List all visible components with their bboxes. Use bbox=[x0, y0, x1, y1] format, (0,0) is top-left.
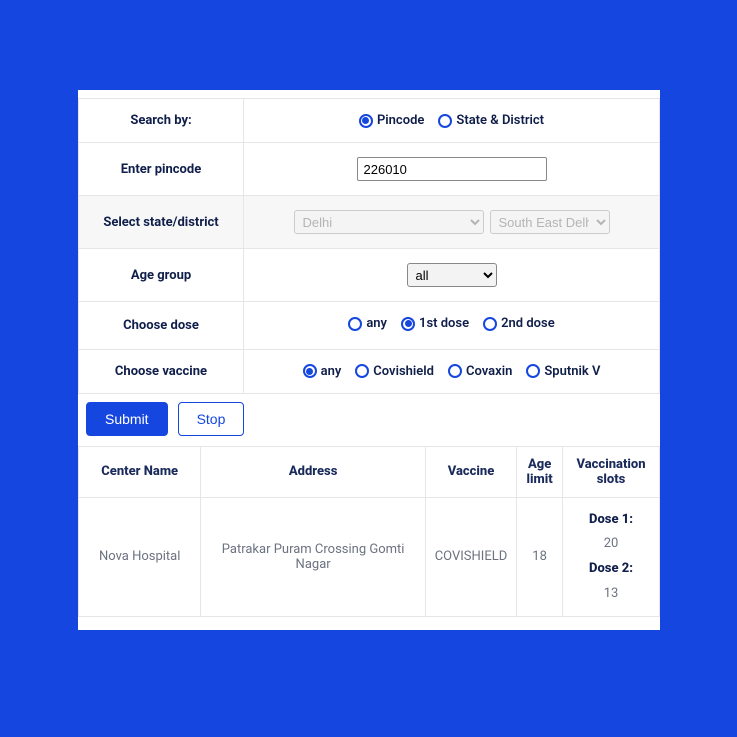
dose2-value: 13 bbox=[571, 582, 651, 607]
radio-icon bbox=[355, 364, 369, 378]
district-select: South East Delhi bbox=[490, 210, 610, 234]
state-district-label: Select state/district bbox=[79, 196, 244, 249]
pincode-label: Enter pincode bbox=[79, 143, 244, 196]
header-age-limit: Age limit bbox=[517, 446, 563, 497]
radio-icon bbox=[401, 317, 415, 331]
radio-icon bbox=[438, 114, 452, 128]
age-group-select[interactable]: all bbox=[407, 263, 497, 287]
form-card: Search by: Pincode State & District Ente… bbox=[78, 90, 660, 630]
radio-icon bbox=[448, 364, 462, 378]
radio-icon bbox=[303, 364, 317, 378]
cell-address: Patrakar Puram Crossing Gomti Nagar bbox=[201, 497, 425, 617]
dose-radio-group: any 1st dose 2nd dose bbox=[344, 316, 558, 331]
dose-label: Choose dose bbox=[79, 302, 244, 350]
radio-label: State & District bbox=[456, 113, 544, 128]
pincode-input[interactable] bbox=[357, 157, 547, 181]
radio-icon bbox=[348, 317, 362, 331]
vaccine-covishield-radio[interactable]: Covishield bbox=[355, 364, 434, 379]
cell-center: Nova Hospital bbox=[79, 497, 201, 617]
stop-button[interactable]: Stop bbox=[178, 402, 245, 436]
header-address: Address bbox=[201, 446, 425, 497]
radio-label: 2nd dose bbox=[501, 316, 555, 331]
radio-icon bbox=[483, 317, 497, 331]
results-table: Center Name Address Vaccine Age limit Va… bbox=[78, 446, 660, 618]
radio-label: any bbox=[366, 316, 387, 331]
dose-first-radio[interactable]: 1st dose bbox=[401, 316, 469, 331]
radio-label: Sputnik V bbox=[544, 364, 600, 379]
state-select: Delhi bbox=[294, 210, 484, 234]
header-slots: Vaccination slots bbox=[563, 446, 660, 497]
dose-second-radio[interactable]: 2nd dose bbox=[483, 316, 555, 331]
vaccine-covaxin-radio[interactable]: Covaxin bbox=[448, 364, 512, 379]
radio-label: any bbox=[321, 364, 342, 379]
header-center: Center Name bbox=[79, 446, 201, 497]
search-by-statedistrict-radio[interactable]: State & District bbox=[438, 113, 544, 128]
search-by-radio-group: Pincode State & District bbox=[355, 113, 548, 128]
button-row: Submit Stop bbox=[78, 394, 660, 446]
dose-any-radio[interactable]: any bbox=[348, 316, 387, 331]
vaccine-sputnik-radio[interactable]: Sputnik V bbox=[526, 364, 600, 379]
table-row: Nova Hospital Patrakar Puram Crossing Go… bbox=[79, 497, 660, 617]
age-group-label: Age group bbox=[79, 249, 244, 302]
search-by-label: Search by: bbox=[79, 99, 244, 143]
radio-icon bbox=[359, 114, 373, 128]
results-header-row: Center Name Address Vaccine Age limit Va… bbox=[79, 446, 660, 497]
search-form-table: Search by: Pincode State & District Ente… bbox=[78, 98, 660, 394]
vaccine-any-radio[interactable]: any bbox=[303, 364, 342, 379]
vaccine-label: Choose vaccine bbox=[79, 349, 244, 393]
radio-label: 1st dose bbox=[419, 316, 469, 331]
radio-label: Covishield bbox=[373, 364, 434, 379]
submit-button[interactable]: Submit bbox=[86, 402, 168, 436]
dose1-value: 20 bbox=[571, 532, 651, 557]
cell-vaccine: COVISHIELD bbox=[425, 497, 516, 617]
radio-label: Pincode bbox=[377, 113, 424, 128]
cell-age-limit: 18 bbox=[517, 497, 563, 617]
search-by-pincode-radio[interactable]: Pincode bbox=[359, 113, 424, 128]
cell-slots: Dose 1: 20 Dose 2: 13 bbox=[563, 497, 660, 617]
dose2-label: Dose 2: bbox=[571, 557, 651, 582]
header-vaccine: Vaccine bbox=[425, 446, 516, 497]
radio-label: Covaxin bbox=[466, 364, 512, 379]
vaccine-radio-group: any Covishield Covaxin Sputnik V bbox=[299, 364, 605, 379]
dose1-label: Dose 1: bbox=[571, 508, 651, 533]
radio-icon bbox=[526, 364, 540, 378]
